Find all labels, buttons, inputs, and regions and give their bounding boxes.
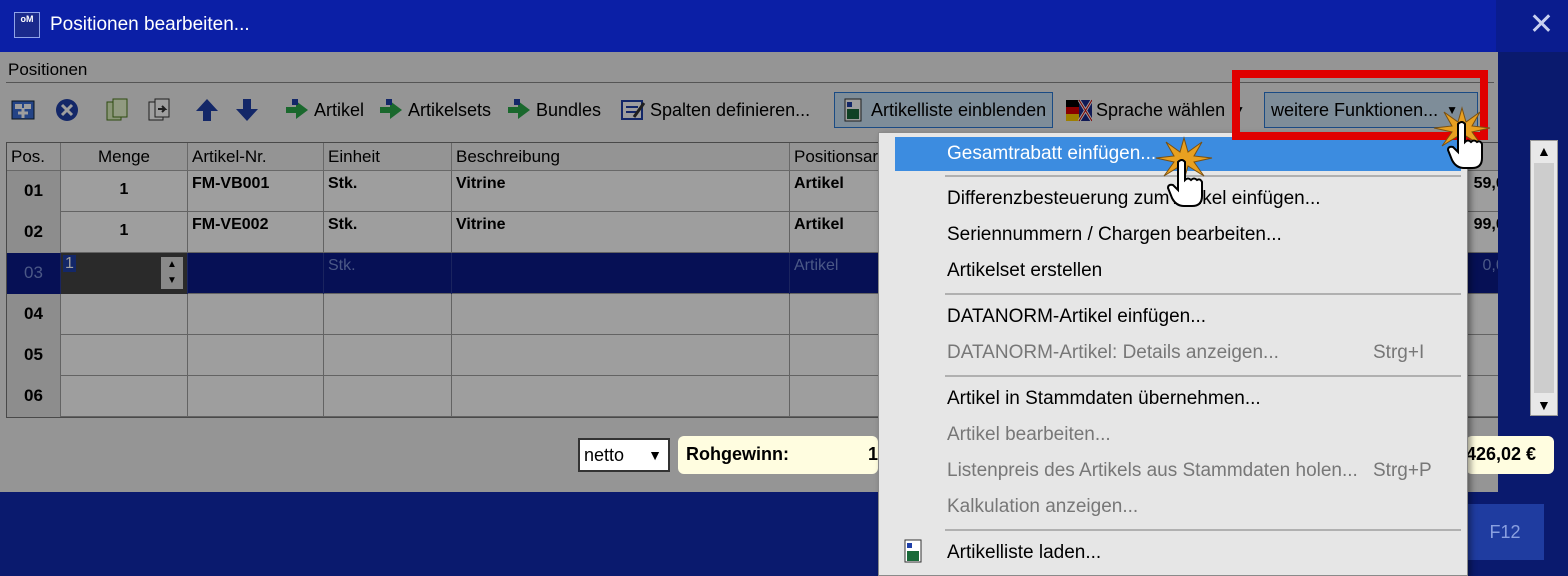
menu-item-listenpreis-holen[interactable]: Listenpreis des Artikels aus Stammdaten … [895, 454, 1461, 488]
scroll-down-icon[interactable]: ▼ [1537, 397, 1551, 413]
close-icon[interactable]: ✕ [1529, 8, 1554, 42]
shortcut-label: Strg+P [1373, 460, 1432, 481]
rohgewinn-box: Rohgewinn: 18 [678, 436, 888, 474]
window-title: Positionen bearbeiten... [50, 14, 250, 35]
rohgewinn-label: Rohgewinn: [686, 444, 789, 464]
menu-item-artikel-bearbeiten[interactable]: Artikel bearbeiten... [895, 418, 1461, 452]
menu-separator [945, 529, 1461, 531]
total-box: 426,02 € [1466, 436, 1554, 474]
tax-mode-select[interactable]: netto ▼ [578, 438, 670, 472]
menu-item-stammdaten-uebernehmen[interactable]: Artikel in Stammdaten übernehmen... [895, 382, 1461, 416]
menu-item-label: DATANORM-Artikel: Details anzeigen... [947, 342, 1279, 363]
total-value: 426,02 € [1466, 444, 1537, 464]
title-bar: oM Positionen bearbeiten... [0, 0, 1568, 52]
scroll-up-icon[interactable]: ▲ [1537, 143, 1551, 159]
hand-cursor-icon [1166, 159, 1203, 207]
menu-item-label: Listenpreis des Artikels aus Stammdaten … [947, 460, 1358, 481]
menu-item-kalkulation[interactable]: Kalkulation anzeigen... [895, 490, 1461, 524]
menu-item-artikelliste-laden[interactable]: Artikelliste laden... [895, 536, 1461, 570]
menu-item-datanorm-details[interactable]: DATANORM-Artikel: Details anzeigen... St… [895, 336, 1461, 370]
tax-mode-value: netto [584, 445, 625, 465]
f12-button[interactable]: F12 [1466, 504, 1544, 560]
chevron-down-icon: ▼ [648, 447, 662, 463]
grid-scrollbar[interactable]: ▲ ▼ [1530, 140, 1558, 416]
shortcut-label: Strg+I [1373, 342, 1425, 363]
menu-item-datanorm-einfuegen[interactable]: DATANORM-Artikel einfügen... [895, 300, 1461, 334]
scroll-thumb[interactable] [1534, 163, 1554, 393]
menu-item-seriennummern[interactable]: Seriennummern / Chargen bearbeiten... [895, 218, 1461, 252]
menu-item-artikelset-erstellen[interactable]: Artikelset erstellen [895, 254, 1461, 288]
menu-separator [945, 375, 1461, 377]
hand-cursor-icon [1446, 121, 1483, 169]
menu-separator [945, 293, 1461, 295]
app-icon: oM [14, 12, 40, 38]
